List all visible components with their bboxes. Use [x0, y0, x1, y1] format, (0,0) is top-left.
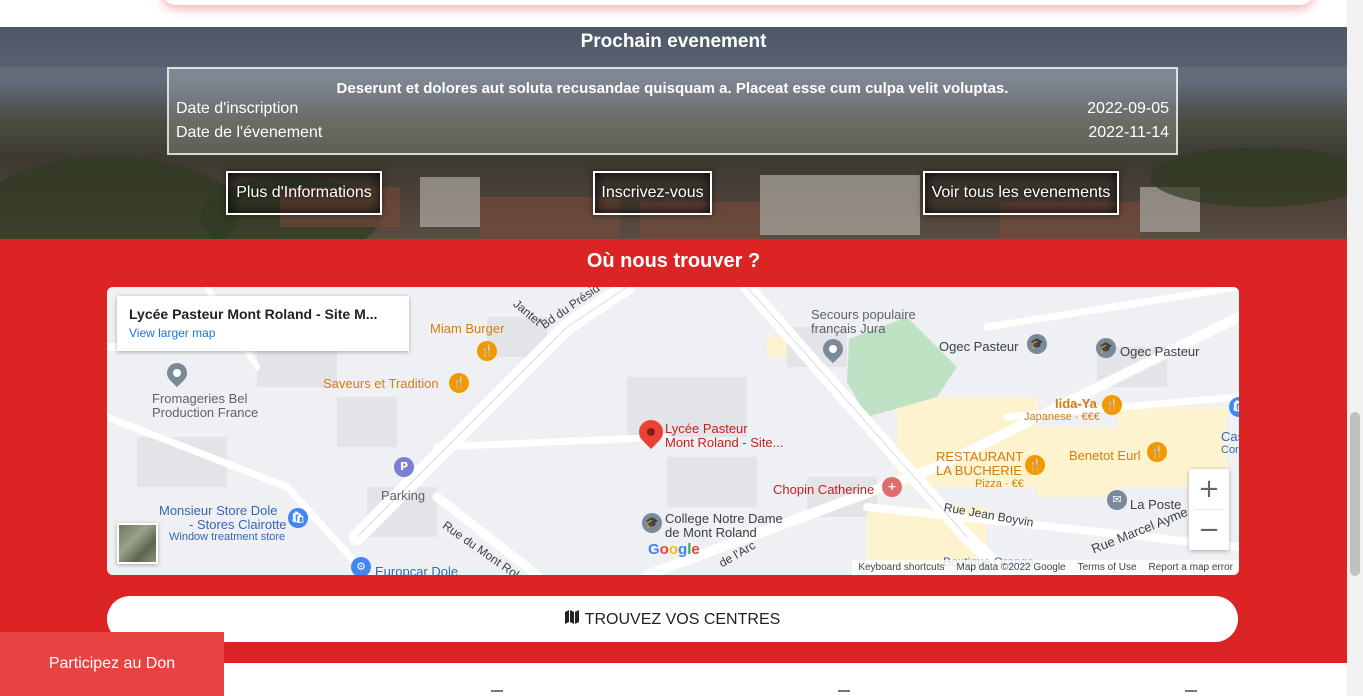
poi-miam-burger[interactable]: Miam Burger	[430, 322, 504, 336]
poi-fromageries-line1[interactable]: Fromageries Bel	[152, 392, 247, 406]
zoom-controls: + −	[1189, 469, 1229, 550]
more-info-button[interactable]: Plus d'Informations	[226, 171, 382, 215]
shop-icon[interactable]: 🛍	[288, 508, 308, 528]
mail-icon[interactable]: ✉	[1107, 490, 1127, 510]
scrollbar-thumb[interactable]	[1350, 412, 1360, 576]
keyboard-shortcuts-link[interactable]: Keyboard shortcuts	[858, 560, 944, 575]
restaurant-icon[interactable]: 🍴	[1102, 395, 1122, 415]
event-date-label: Date de l'évenement	[176, 124, 323, 141]
page: Prochain evenement Deserunt et dolores a…	[0, 0, 1363, 696]
report-map-error-link[interactable]: Report a map error	[1149, 560, 1233, 575]
poi-lycee-line1[interactable]: Lycée Pasteur	[665, 422, 748, 436]
register-button[interactable]: Inscrivez-vous	[593, 171, 712, 215]
map-data-text: Map data ©2022 Google	[956, 562, 1066, 573]
car-rental-icon[interactable]: ⚙	[351, 557, 371, 575]
poi-secours-line1[interactable]: Secours populaire	[811, 308, 916, 322]
event-date-row: Date de l'évenement 2022-11-14	[169, 121, 1176, 145]
poi-monsieur-store-line3[interactable]: Window treatment store	[169, 530, 285, 544]
poi-monsieur-store-line1[interactable]: Monsieur Store Dole	[159, 504, 278, 518]
find-us-section: Où nous trouver ? Bd du Présid Jantet Ru…	[0, 239, 1347, 663]
find-centres-button[interactable]: TROUVEZ VOS CENTRES	[107, 596, 1238, 642]
restaurant-icon[interactable]: 🍴	[1025, 455, 1045, 475]
map-icon	[564, 596, 579, 642]
poi-iida-ya-sub[interactable]: Japanese · €€€	[1024, 410, 1100, 424]
map-place-name: Lycée Pasteur Mont Roland - Site M...	[129, 306, 378, 322]
google-logo: Google	[648, 541, 700, 558]
school-icon[interactable]: 🎓	[1096, 338, 1116, 358]
page-scrollbar[interactable]	[1347, 0, 1363, 696]
zoom-out-button[interactable]: −	[1189, 510, 1229, 550]
event-date-value: 2022-11-14	[1088, 124, 1169, 141]
poi-chopin[interactable]: Chopin Catherine	[773, 483, 874, 497]
school-icon[interactable]: 🎓	[1027, 334, 1047, 354]
poi-college-line2[interactable]: de Mont Roland	[665, 526, 757, 540]
poi-restaurant-line2[interactable]: LA BUCHERIE	[936, 464, 1022, 478]
poi-ogec-2[interactable]: Ogec Pasteur	[1120, 345, 1200, 359]
restaurant-icon[interactable]: 🍴	[477, 341, 497, 361]
poi-europcar[interactable]: Europcar Dole	[375, 565, 458, 576]
poi-fromageries-line2[interactable]: Production France	[152, 406, 258, 420]
poi-secours-line2[interactable]: français Jura	[811, 322, 885, 336]
event-section-title: Prochain evenement	[580, 31, 767, 52]
parking-icon[interactable]: P	[394, 457, 414, 477]
poi-restaurant-line3[interactable]: Pizza · €€	[975, 477, 1024, 491]
poi-lycee-line2[interactable]: Mont Roland - Site...	[665, 436, 784, 450]
view-larger-map-link[interactable]: View larger map	[129, 326, 397, 340]
poi-conv[interactable]: Conv	[1221, 443, 1239, 457]
poi-cas[interactable]: Cas	[1221, 430, 1239, 444]
poi-saveurs[interactable]: Saveurs et Tradition	[323, 377, 439, 391]
poi-parking[interactable]: Parking	[381, 489, 425, 503]
zoom-in-button[interactable]: +	[1189, 469, 1229, 509]
event-description: Deserunt et dolores aut soluta recusanda…	[336, 80, 1009, 97]
satellite-view-toggle[interactable]	[117, 523, 158, 564]
school-icon[interactable]: 🎓	[642, 513, 662, 533]
medical-icon[interactable]: +	[882, 477, 902, 497]
terms-of-use-link[interactable]: Terms of Use	[1078, 560, 1137, 575]
restaurant-icon[interactable]: 🍴	[449, 373, 469, 393]
find-us-title: Où nous trouver ?	[586, 250, 761, 272]
event-card: Deserunt et dolores aut soluta recusanda…	[167, 67, 1178, 155]
poi-iida-ya[interactable]: Iida-Ya	[1055, 397, 1097, 411]
registration-date-row: Date d'inscription 2022-09-05	[169, 97, 1176, 121]
google-map[interactable]: Bd du Présid Jantet Rue du Mont Roland R…	[107, 287, 1239, 575]
find-centres-label: TROUVEZ VOS CENTRES	[584, 611, 781, 628]
previous-card-bottom	[162, 0, 1314, 5]
restaurant-icon[interactable]: 🍴	[1147, 442, 1167, 462]
poi-benetot[interactable]: Benetot Eurl	[1069, 449, 1141, 463]
map-attribution: Keyboard shortcuts Map data ©2022 Google…	[852, 560, 1239, 575]
all-events-button[interactable]: Voir tous les evenements	[923, 171, 1119, 215]
poi-la-poste[interactable]: La Poste	[1130, 498, 1181, 512]
registration-date-label: Date d'inscription	[176, 100, 299, 117]
poi-college-line1[interactable]: College Notre Dame	[665, 512, 783, 526]
donate-button[interactable]: Participez au Don	[0, 632, 224, 696]
poi-restaurant-line1[interactable]: RESTAURANT	[936, 450, 1023, 464]
poi-ogec-1[interactable]: Ogec Pasteur	[939, 340, 1019, 354]
next-event-section: Prochain evenement Deserunt et dolores a…	[0, 27, 1347, 239]
map-place-card: Lycée Pasteur Mont Roland - Site M... Vi…	[117, 296, 409, 351]
registration-date-value: 2022-09-05	[1087, 100, 1169, 117]
